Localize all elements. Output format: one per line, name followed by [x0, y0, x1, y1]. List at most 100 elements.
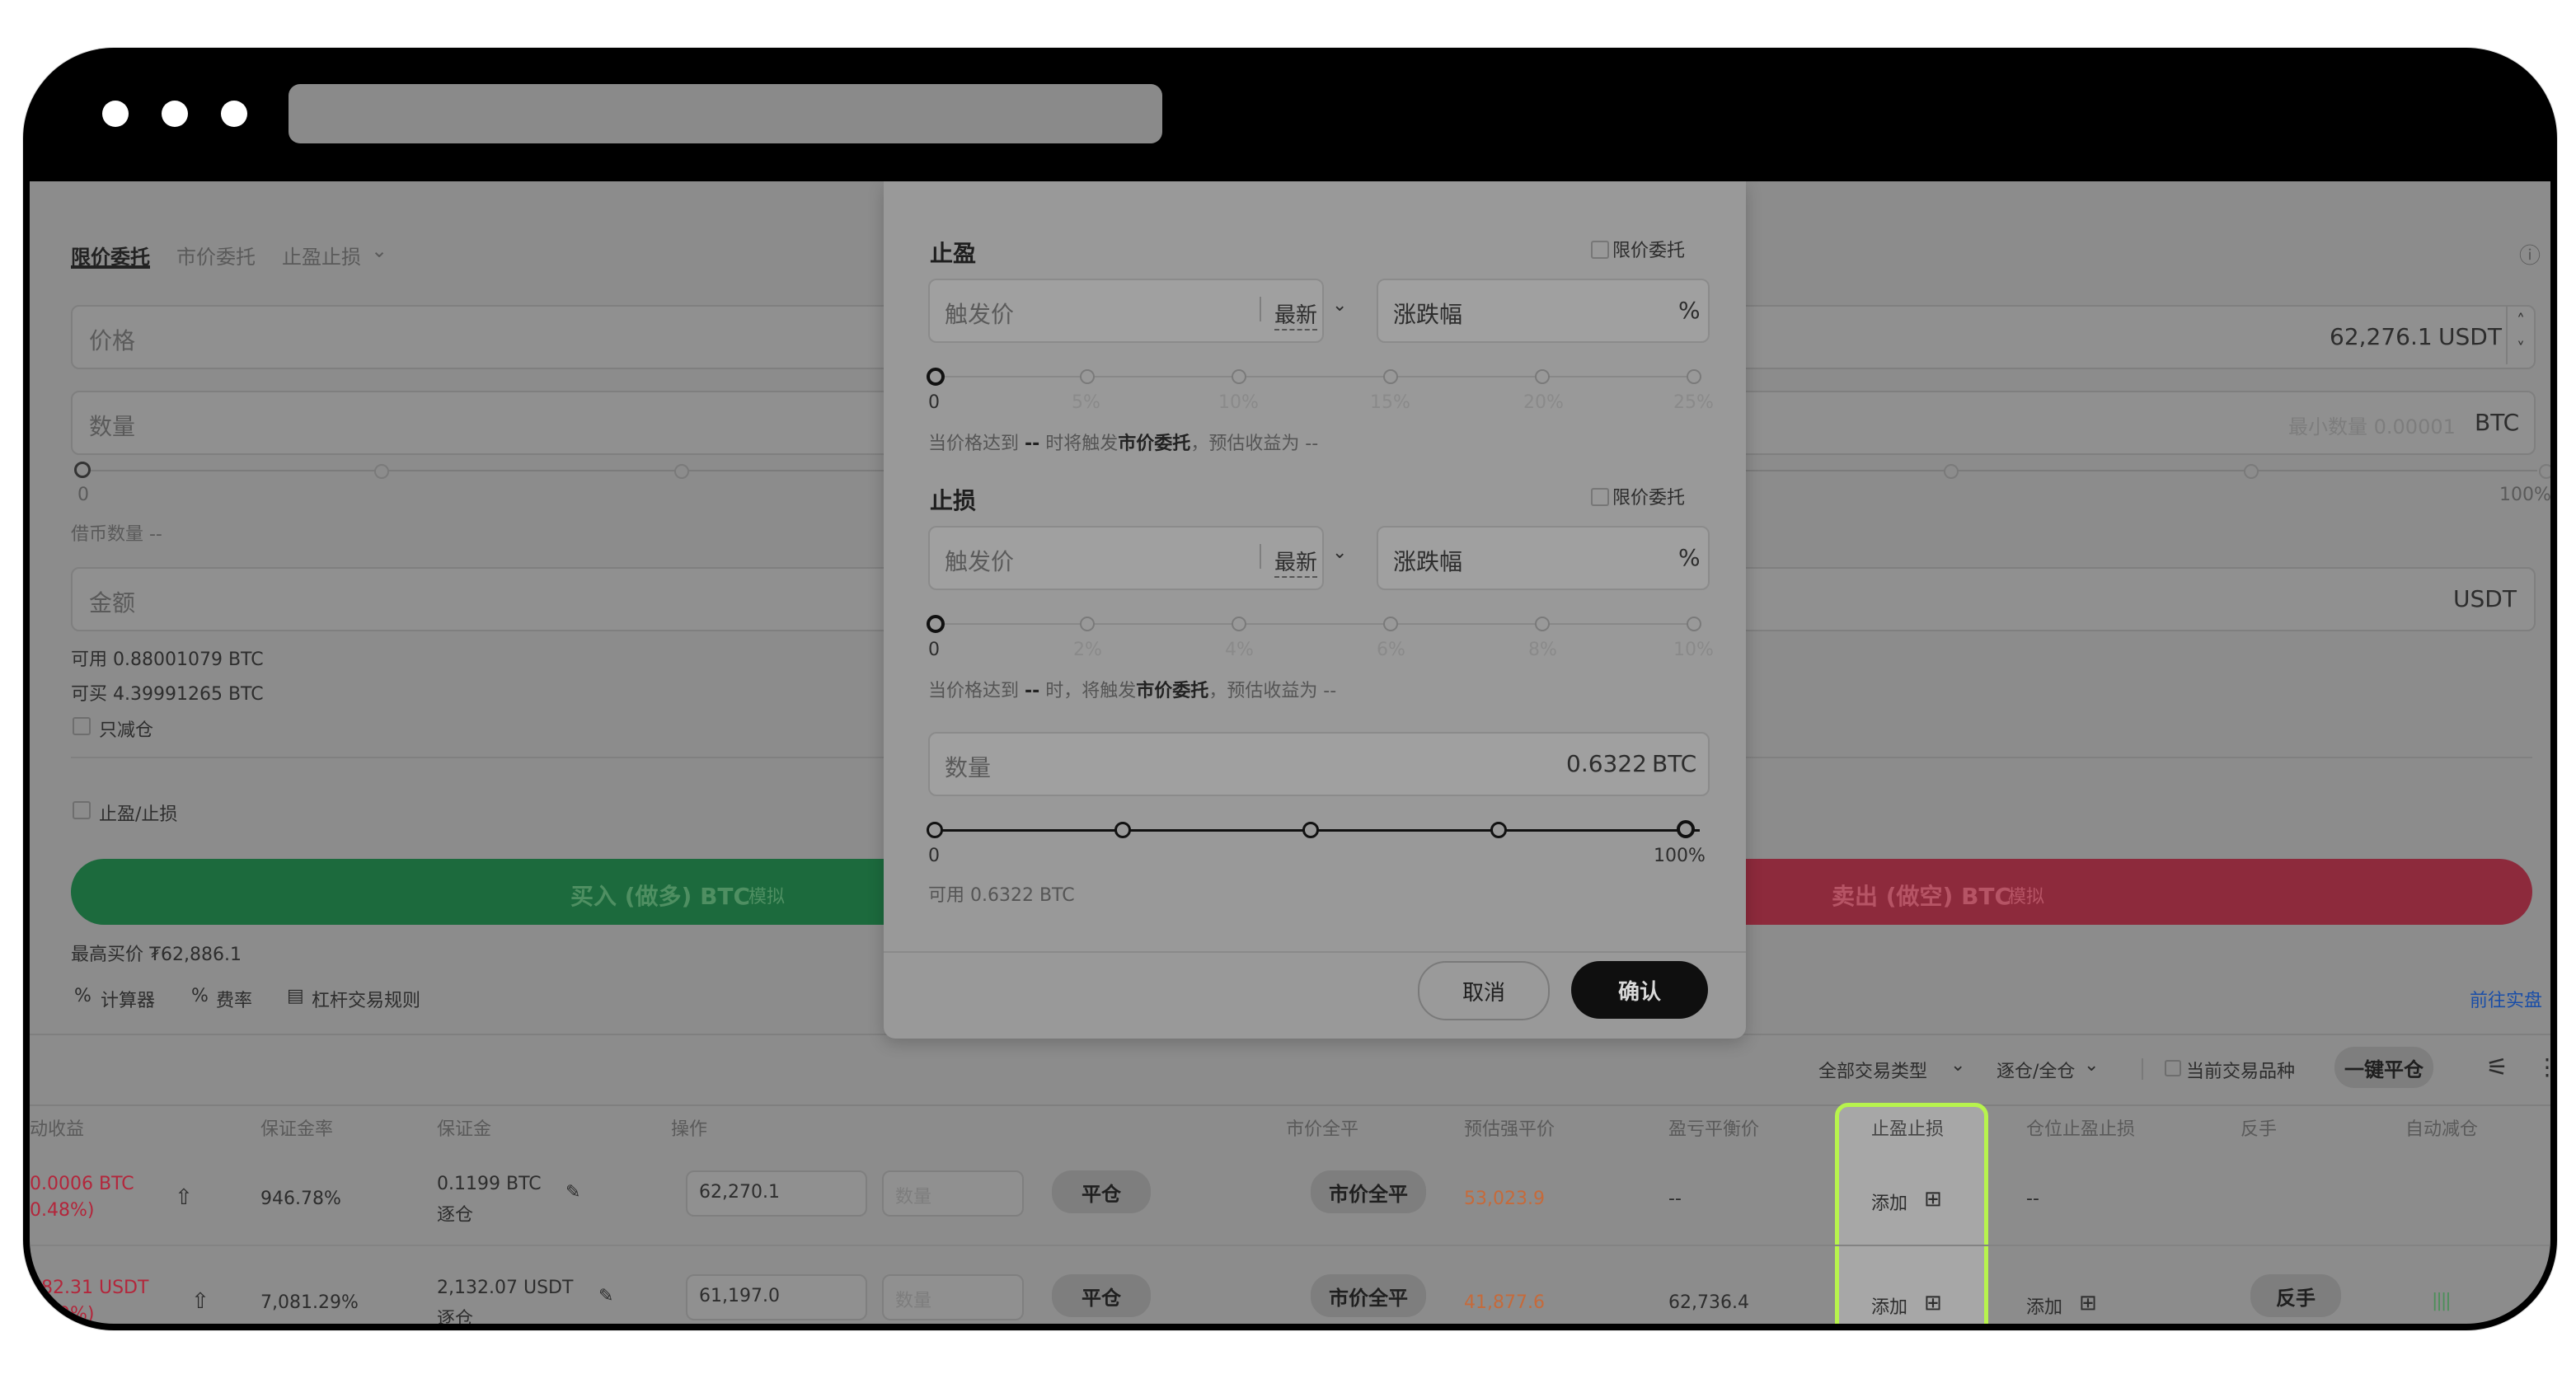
edit-icon[interactable]: ✎ — [598, 1286, 613, 1306]
sl-price-type[interactable]: 最新 — [1274, 546, 1318, 578]
close-price-value: 62,270.1 — [699, 1182, 780, 1203]
reduce-only-checkbox[interactable] — [73, 717, 91, 735]
tp-price-type[interactable]: 最新 — [1274, 298, 1318, 331]
hint-text: ，预估收益为 -- — [1190, 434, 1319, 454]
more-icon[interactable]: ⋮ — [2536, 1053, 2550, 1081]
chevron-down-icon[interactable]: ⌄ — [1950, 1055, 1965, 1076]
plus-box-icon[interactable]: ⊞ — [1924, 1291, 1942, 1315]
row-pnl: 0.0006 BTC — [30, 1174, 134, 1194]
divider — [1260, 297, 1261, 321]
chevron-down-icon[interactable]: ⌄ — [1332, 542, 1347, 563]
edit-icon[interactable]: ✎ — [565, 1182, 580, 1203]
calculator-link[interactable]: 计算器 — [101, 986, 155, 1012]
add-tp-sl-link[interactable]: 添加 — [1871, 1292, 1907, 1319]
market-close-label: 市价全平 — [1329, 1182, 1408, 1206]
share-icon[interactable]: ⇧ — [191, 1289, 209, 1314]
slider-mark — [1302, 822, 1319, 838]
cancel-button[interactable]: 取消 — [1418, 961, 1550, 1020]
window-dot[interactable] — [102, 101, 129, 127]
fee-rate-link[interactable]: 费率 — [216, 986, 252, 1012]
divider — [30, 1245, 2550, 1246]
sl-slider-track[interactable] — [935, 623, 1700, 625]
auto-reduce-indicator: |||| — [2432, 1291, 2452, 1311]
reverse-button[interactable]: 反手 — [2250, 1274, 2341, 1317]
close-all-label: 一键平仓 — [2344, 1057, 2424, 1081]
calculator-icon[interactable]: % — [74, 986, 91, 1006]
tick-label: 0 — [928, 392, 940, 413]
header-margin: 保证金 — [437, 1119, 492, 1140]
all-types-filter[interactable]: 全部交易类型 — [1818, 1057, 1927, 1083]
price-stepper[interactable]: ˄ ˅ — [2506, 307, 2534, 364]
buy-tag: 模拟 — [748, 887, 786, 907]
quantity-placeholder: 数量 — [89, 413, 136, 440]
tp-slider-track[interactable] — [935, 376, 1700, 377]
reverse-label: 反手 — [2276, 1286, 2316, 1310]
tab-tp-sl[interactable]: 止盈止损 — [282, 241, 361, 270]
slider-mark — [1535, 369, 1550, 384]
tp-limit-checkbox[interactable] — [1591, 241, 1609, 259]
tp-sl-checkbox[interactable] — [73, 801, 91, 819]
slider-mark — [1490, 822, 1507, 838]
row-position-tp-sl: -- — [2026, 1189, 2039, 1209]
modal-qty-slider-handle[interactable] — [1677, 820, 1695, 838]
sl-limit-checkbox[interactable] — [1591, 488, 1609, 506]
close-position-button[interactable]: 平仓 — [1052, 1170, 1151, 1213]
modal-available: 可用 0.6322 BTC — [928, 885, 1075, 906]
tab-market-order[interactable]: 市价委托 — [176, 241, 256, 270]
tick-label: 15% — [1370, 392, 1410, 413]
close-position-button[interactable]: 平仓 — [1052, 1274, 1151, 1317]
slider-mark — [2539, 464, 2550, 479]
chevron-down-icon[interactable]: ˅ — [2508, 335, 2534, 363]
tick-label: 8% — [1528, 640, 1557, 660]
browser-frame: 限价委托 市价委托 止盈止损 ⌄ ⓘ 价格 62,276.1 USDT ˄ ˅ … — [23, 48, 2557, 1330]
margin-mode-filter[interactable]: 逐仓/全仓 — [1997, 1057, 2075, 1083]
divider — [884, 951, 1746, 953]
close-price-value: 61,197.0 — [699, 1286, 780, 1306]
close-all-button[interactable]: 一键平仓 — [2334, 1047, 2433, 1088]
current-symbol-checkbox[interactable] — [2165, 1060, 2181, 1076]
header-actions: 操作 — [671, 1119, 708, 1140]
modal-qty-unit: BTC — [1652, 750, 1697, 777]
window-dot[interactable] — [221, 101, 247, 127]
row-margin: 0.1199 BTC — [437, 1174, 542, 1194]
market-close-button[interactable]: 市价全平 — [1311, 1274, 1426, 1317]
header-market-close: 市价全平 — [1286, 1119, 1359, 1140]
share-icon[interactable]: ⇧ — [175, 1185, 193, 1210]
divider — [2142, 1058, 2143, 1080]
window-dot[interactable] — [162, 101, 188, 127]
tick-label: 4% — [1225, 640, 1254, 660]
tp-sl-label: 止盈/止损 — [99, 804, 178, 825]
goto-live-link[interactable]: 前往实盘 — [2470, 986, 2542, 1012]
chevron-down-icon[interactable]: ⌄ — [2084, 1055, 2099, 1076]
chevron-up-icon[interactable]: ˄ — [2508, 307, 2534, 335]
tp-section-title: 止盈 — [930, 240, 977, 267]
slider-end-label: 100% — [2499, 485, 2550, 505]
chevron-down-icon[interactable]: ⌄ — [1332, 295, 1347, 316]
confirm-button[interactable]: 确认 — [1571, 961, 1708, 1019]
help-icon[interactable]: ⓘ — [2519, 239, 2541, 270]
row-pnl: 182.31 USDT — [30, 1278, 149, 1298]
quantity-unit: BTC — [2475, 409, 2520, 436]
document-icon[interactable]: ▤ — [287, 986, 304, 1006]
address-bar[interactable] — [289, 84, 1162, 143]
add-tp-sl-link[interactable]: 添加 — [1871, 1189, 1907, 1215]
plus-box-icon[interactable]: ⊞ — [2079, 1291, 2097, 1315]
leverage-rules-link[interactable]: 杠杆交易规则 — [312, 986, 420, 1012]
settings-sliders-icon[interactable]: ⚟ — [2486, 1053, 2508, 1082]
tick-label: 2% — [1073, 640, 1102, 660]
fee-icon[interactable]: % — [191, 986, 209, 1006]
slider-mark — [1383, 617, 1398, 631]
plus-box-icon[interactable]: ⊞ — [1924, 1187, 1942, 1212]
window-controls — [102, 101, 247, 127]
slider-mark — [1383, 369, 1398, 384]
sl-slider-handle[interactable] — [927, 615, 945, 633]
hint-text: ，预估收益为 -- — [1208, 681, 1337, 701]
confirm-label: 确认 — [1617, 979, 1661, 1005]
tp-slider-handle[interactable] — [927, 368, 945, 386]
market-close-button[interactable]: 市价全平 — [1311, 1170, 1426, 1213]
chevron-down-icon[interactable]: ⌄ — [371, 239, 387, 262]
add-position-tp-sl-link[interactable]: 添加 — [2026, 1292, 2062, 1319]
qty-slider-handle[interactable] — [74, 462, 91, 478]
tick-label: 5% — [1072, 392, 1100, 413]
sl-hint: 当价格达到 -- 时，将触发市价委托，预估收益为 -- — [928, 676, 1336, 702]
